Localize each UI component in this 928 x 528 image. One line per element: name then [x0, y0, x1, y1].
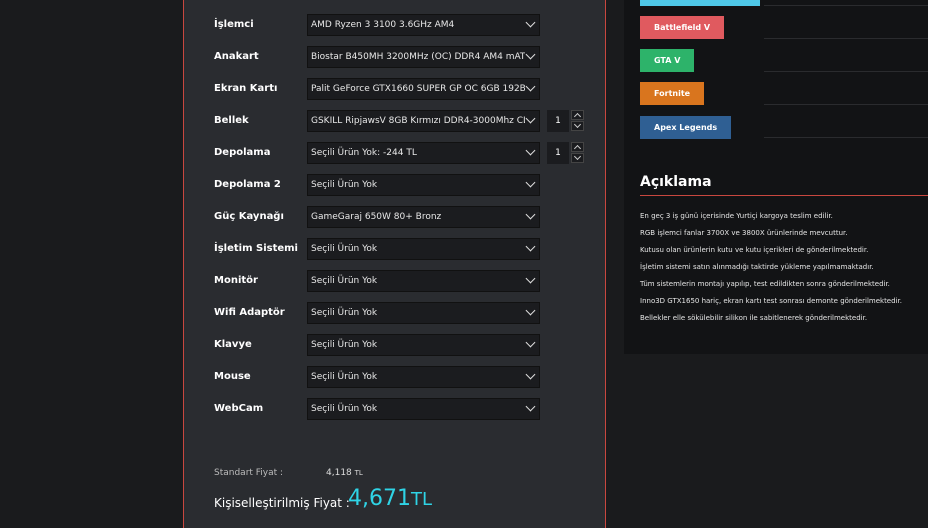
- standard-price-label: Standart Fiyat :: [214, 468, 284, 478]
- component-select-bellek[interactable]: GSKILL RipjawsV 8GB Kırmızı DDR4-3000Mhz…: [307, 110, 540, 132]
- quantity-value[interactable]: 1: [547, 142, 569, 164]
- decrement-button[interactable]: [571, 121, 584, 131]
- component-select-webcam[interactable]: Seçili Ürün Yok: [307, 398, 540, 420]
- description-line: Kutusu olan ürünlerin kutu ve kutu içeri…: [640, 246, 869, 254]
- game-button-gta-v[interactable]: GTA V: [640, 49, 695, 72]
- component-label-ekran-kart: Ekran Kartı: [214, 83, 278, 94]
- chevron-down-icon: [525, 337, 536, 348]
- chevron-down-icon: [525, 17, 536, 28]
- component-label-depolama-2: Depolama 2: [214, 179, 281, 190]
- component-select-guc-kaynag[interactable]: GameGaraj 650W 80+ Bronz: [307, 206, 540, 228]
- quantity-stepper[interactable]: 1: [547, 142, 585, 164]
- component-select-isletim-sistemi[interactable]: Seçili Ürün Yok: [307, 238, 540, 260]
- configurator-panel: İşlemci AMD Ryzen 3 3100 3.6GHz AM4 Anakar…: [183, 0, 606, 528]
- right-sidebar: Battlefield V GTA V Fortnite Apex Legend…: [624, 0, 928, 354]
- selected-value: Seçili Ürün Yok: [311, 180, 378, 190]
- chevron-down-icon: [525, 145, 536, 156]
- selected-value: Seçili Ürün Yok: [311, 244, 378, 254]
- component-label-webcam: WebCam: [214, 403, 264, 414]
- quantity-value[interactable]: 1: [547, 110, 569, 132]
- divider: [764, 5, 928, 6]
- component-select-depolama[interactable]: Seçili Ürün Yok: -244 TL: [307, 142, 540, 164]
- description-underline: [640, 195, 928, 196]
- divider: [764, 71, 928, 72]
- increment-button[interactable]: [571, 142, 584, 152]
- selected-value: Seçili Ürün Yok: [311, 276, 378, 286]
- chevron-down-icon: [525, 209, 536, 220]
- custom-price-label: Kişiselleştirilmiş Fiyat :: [214, 496, 350, 510]
- chevron-down-icon: [525, 81, 536, 92]
- divider: [764, 38, 928, 39]
- component-label-depolama: Depolama: [214, 147, 271, 158]
- selected-value: Seçili Ürün Yok: [311, 404, 378, 414]
- component-select-anakart[interactable]: Biostar B450MH 3200MHz (OC) DDR4 AM4 mAT…: [307, 46, 540, 68]
- selected-value: GameGaraj 650W 80+ Bronz: [311, 212, 442, 222]
- component-select-islemci[interactable]: AMD Ryzen 3 3100 3.6GHz AM4: [307, 14, 540, 36]
- component-label-isletim-sistemi: İşletim Sistemi: [214, 243, 298, 254]
- component-label-islemci: İşlemci: [214, 19, 254, 30]
- selected-value: Biostar B450MH 3200MHz (OC) DDR4 AM4 mAT…: [311, 52, 525, 62]
- component-label-mouse: Mouse: [214, 371, 251, 382]
- selected-value: Palit GeForce GTX1660 SUPER GP OC 6GB 19…: [311, 84, 525, 94]
- chevron-down-icon: [525, 241, 536, 252]
- description-line: Inno3D GTX1650 hariç, ekran kartı test s…: [640, 297, 902, 305]
- chevron-down-icon: [525, 49, 536, 60]
- selected-value: Seçili Ürün Yok: -244 TL: [311, 148, 417, 158]
- component-select-wifi-adaptor[interactable]: Seçili Ürün Yok: [307, 302, 540, 324]
- selected-value: AMD Ryzen 3 3100 3.6GHz AM4: [311, 20, 455, 30]
- description-line: RGB işlemci fanlar 3700X ve 3800X ürünle…: [640, 229, 848, 237]
- game-button-battlefield-v[interactable]: Battlefield V: [640, 16, 725, 39]
- divider: [764, 104, 928, 105]
- selected-value: GSKILL RipjawsV 8GB Kırmızı DDR4-3000Mhz…: [311, 116, 525, 126]
- divider: [764, 137, 928, 138]
- component-select-mouse[interactable]: Seçili Ürün Yok: [307, 366, 540, 388]
- component-select-klavye[interactable]: Seçili Ürün Yok: [307, 334, 540, 356]
- chevron-down-icon: [525, 369, 536, 380]
- custom-price-value: 4,671TL: [348, 486, 433, 511]
- description-line: İşletim sistemi satın alınmadığı taktird…: [640, 263, 874, 271]
- selected-value: Seçili Ürün Yok: [311, 340, 378, 350]
- component-select-depolama-2[interactable]: Seçili Ürün Yok: [307, 174, 540, 196]
- game-button-apex-legends[interactable]: Apex Legends: [640, 116, 732, 139]
- component-label-anakart: Anakart: [214, 51, 259, 62]
- chevron-down-icon: [525, 401, 536, 412]
- top-accent-bar: [640, 0, 760, 6]
- description-title: Açıklama: [640, 174, 712, 190]
- component-label-guc-kaynag: Güç Kaynağı: [214, 211, 284, 222]
- selected-value: Seçili Ürün Yok: [311, 372, 378, 382]
- component-label-bellek: Bellek: [214, 115, 249, 126]
- chevron-down-icon: [525, 305, 536, 316]
- chevron-down-icon: [525, 177, 536, 188]
- component-label-klavye: Klavye: [214, 339, 252, 350]
- component-label-wifi-adaptor: Wifi Adaptör: [214, 307, 285, 318]
- chevron-down-icon: [525, 113, 536, 124]
- increment-button[interactable]: [571, 110, 584, 120]
- description-line: Bellekler elle sökülebilir silikon ile s…: [640, 314, 868, 322]
- description-line: En geç 3 iş günü içerisinde Yurtiçi karg…: [640, 212, 833, 220]
- component-label-monitor: Monitör: [214, 275, 258, 286]
- component-select-monitor[interactable]: Seçili Ürün Yok: [307, 270, 540, 292]
- decrement-button[interactable]: [571, 153, 584, 163]
- quantity-stepper[interactable]: 1: [547, 110, 585, 132]
- standard-price-value: 4,118 TL: [326, 468, 363, 478]
- selected-value: Seçili Ürün Yok: [311, 308, 378, 318]
- game-button-fortnite[interactable]: Fortnite: [640, 82, 705, 105]
- description-line: Tüm sistemlerin montajı yapılıp, test ed…: [640, 280, 890, 288]
- chevron-down-icon: [525, 273, 536, 284]
- component-select-ekran-kart[interactable]: Palit GeForce GTX1660 SUPER GP OC 6GB 19…: [307, 78, 540, 100]
